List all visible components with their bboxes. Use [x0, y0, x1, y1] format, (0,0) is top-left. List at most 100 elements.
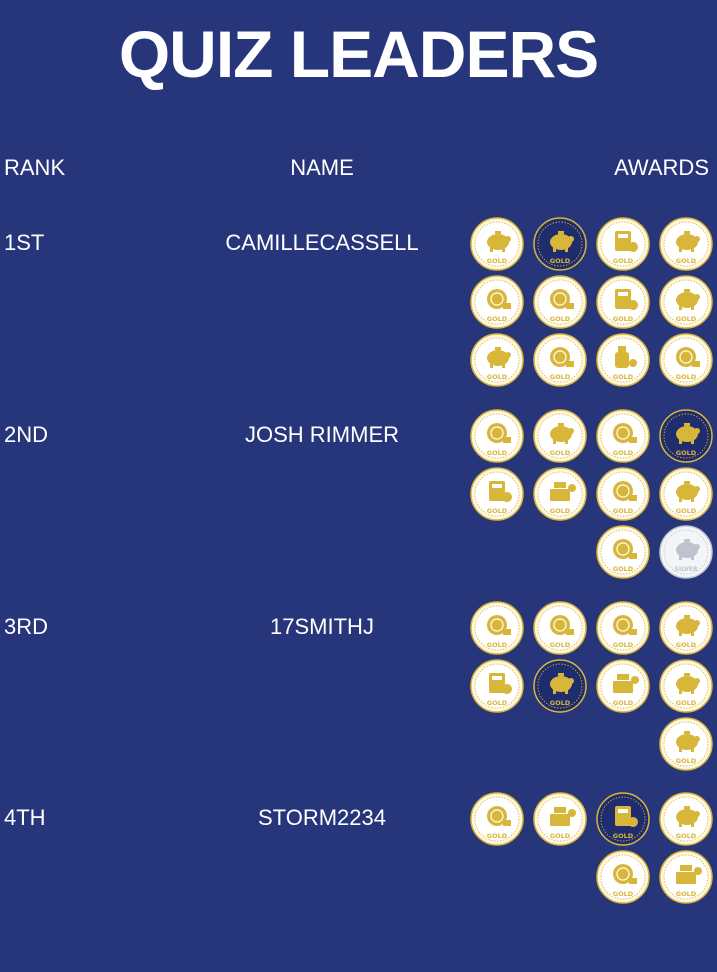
piggy-bank-medal-icon: GOLD: [659, 659, 713, 713]
award-label: GOLD: [676, 832, 697, 840]
gold-award-badge: GOLD: [533, 409, 587, 463]
gold-award-badge: GOLD: [470, 275, 524, 329]
gold-award-badge: GOLD: [470, 409, 524, 463]
silver-award-badge: SILVER: [659, 525, 713, 579]
leader-rank: 3RD: [4, 614, 49, 639]
calculator-medal-icon: GOLD: [470, 659, 524, 713]
gold-award-badge: GOLD: [596, 217, 650, 271]
gold-award-badge: GOLD: [659, 217, 713, 271]
gold-award-badge: GOLD: [659, 275, 713, 329]
coins-medal-icon: GOLD: [470, 409, 524, 463]
gold-award-badge: GOLD: [470, 217, 524, 271]
award-label: GOLD: [676, 449, 697, 457]
awards-grid: GOLD GOLD GOLD GOLD GOLD GOLD GOLD GOLD GOLD: [470, 601, 717, 781]
award-label: GOLD: [676, 507, 697, 515]
piggy-bank-medal-icon: GOLD: [533, 659, 587, 713]
coins-medal-icon: GOLD: [533, 601, 587, 655]
gold-award-badge: GOLD: [659, 467, 713, 521]
piggy-bank-medal-icon: GOLD: [659, 717, 713, 771]
gold-award-badge: GOLD: [596, 525, 650, 579]
award-label: GOLD: [550, 832, 571, 840]
gold-award-badge: GOLD: [470, 792, 524, 846]
gold-award-badge: GOLD: [596, 409, 650, 463]
award-label: GOLD: [613, 507, 634, 515]
cash-register-medal-icon: GOLD: [533, 792, 587, 846]
calculator-medal-icon: GOLD: [596, 275, 650, 329]
award-label: GOLD: [487, 449, 508, 457]
gold-award-badge: GOLD: [470, 659, 524, 713]
calculator-medal-icon: GOLD: [470, 467, 524, 521]
award-label: GOLD: [613, 565, 634, 573]
gold-award-badge: GOLD: [659, 659, 713, 713]
piggy-bank-medal-icon: GOLD: [659, 275, 713, 329]
piggy-bank-medal-icon: GOLD: [659, 467, 713, 521]
award-label: SILVER: [675, 566, 698, 573]
award-label: GOLD: [676, 890, 697, 898]
piggy-bank-medal-icon: GOLD: [659, 409, 713, 463]
gold-award-badge: GOLD: [470, 333, 524, 387]
awards-grid: GOLD GOLD GOLD GOLD GOLD GOLD: [470, 792, 717, 972]
piggy-bank-medal-icon: GOLD: [533, 217, 587, 271]
cash-register-medal-icon: GOLD: [659, 850, 713, 904]
gold-award-badge: GOLD: [659, 601, 713, 655]
name-column-header: NAME: [290, 155, 354, 180]
gold-award-badge: GOLD: [533, 333, 587, 387]
piggy-bank-medal-icon: GOLD: [659, 792, 713, 846]
coins-medal-icon: GOLD: [596, 409, 650, 463]
leader-rank: 4TH: [4, 805, 46, 830]
award-label: GOLD: [487, 699, 508, 707]
coins-medal-icon: GOLD: [596, 525, 650, 579]
awards-column-header: AWARDS: [614, 155, 709, 180]
award-label: GOLD: [487, 641, 508, 649]
leader-name: STORM2234: [258, 805, 386, 830]
page-title: QUIZ LEADERS: [118, 17, 599, 91]
rank-column-header: RANK: [4, 155, 66, 180]
gold-award-badge: GOLD: [533, 601, 587, 655]
gold-award-badge: GOLD: [533, 467, 587, 521]
leader-name: 17SMITHJ: [270, 614, 374, 639]
piggy-bank-medal-icon: GOLD: [470, 333, 524, 387]
coins-medal-icon: GOLD: [596, 467, 650, 521]
gold-award-badge: GOLD: [659, 333, 713, 387]
award-label: GOLD: [676, 699, 697, 707]
calculator-medal-icon: GOLD: [596, 792, 650, 846]
gold-award-badge: GOLD: [470, 467, 524, 521]
award-label: GOLD: [613, 257, 634, 265]
award-label: GOLD: [613, 641, 634, 649]
award-label: GOLD: [613, 373, 634, 381]
award-label: GOLD: [550, 449, 571, 457]
award-label: GOLD: [613, 449, 634, 457]
award-label: GOLD: [676, 757, 697, 765]
gold-award-badge: GOLD: [533, 217, 587, 271]
gold-award-badge: GOLD: [596, 275, 650, 329]
piggy-bank-medal-icon: GOLD: [533, 409, 587, 463]
coins-medal-icon: GOLD: [470, 275, 524, 329]
gold-award-badge: GOLD: [596, 792, 650, 846]
cash-register-medal-icon: GOLD: [533, 467, 587, 521]
coins-medal-icon: GOLD: [659, 333, 713, 387]
gold-award-badge: GOLD: [659, 717, 713, 771]
award-label: GOLD: [487, 315, 508, 323]
gold-award-badge: GOLD: [659, 409, 713, 463]
awards-grid: GOLD GOLD GOLD GOLD GOLD GOLD GOLD GOLD GOLD GOLD…: [470, 217, 717, 397]
coins-medal-icon: GOLD: [470, 601, 524, 655]
bottle-medal-icon: GOLD: [596, 333, 650, 387]
cash-register-medal-icon: GOLD: [596, 659, 650, 713]
gold-award-badge: GOLD: [533, 275, 587, 329]
piggy-bank-medal-icon: GOLD: [659, 601, 713, 655]
awards-grid: GOLD GOLD GOLD GOLD GOLD GOLD GOLD GOLD GOLD SILV…: [470, 409, 717, 589]
award-label: GOLD: [550, 315, 571, 323]
piggy-bank-medal-icon: SILVER: [659, 525, 713, 579]
leader-name: JOSH RIMMER: [245, 422, 399, 447]
award-label: GOLD: [487, 507, 508, 515]
gold-award-badge: GOLD: [596, 659, 650, 713]
leader-rank: 1ST: [4, 230, 45, 255]
award-label: GOLD: [550, 507, 571, 515]
award-label: GOLD: [613, 315, 634, 323]
coins-medal-icon: GOLD: [596, 601, 650, 655]
leader-rank: 2ND: [4, 422, 49, 447]
gold-award-badge: GOLD: [659, 792, 713, 846]
award-label: GOLD: [676, 315, 697, 323]
coins-medal-icon: GOLD: [533, 275, 587, 329]
award-label: GOLD: [550, 257, 571, 265]
